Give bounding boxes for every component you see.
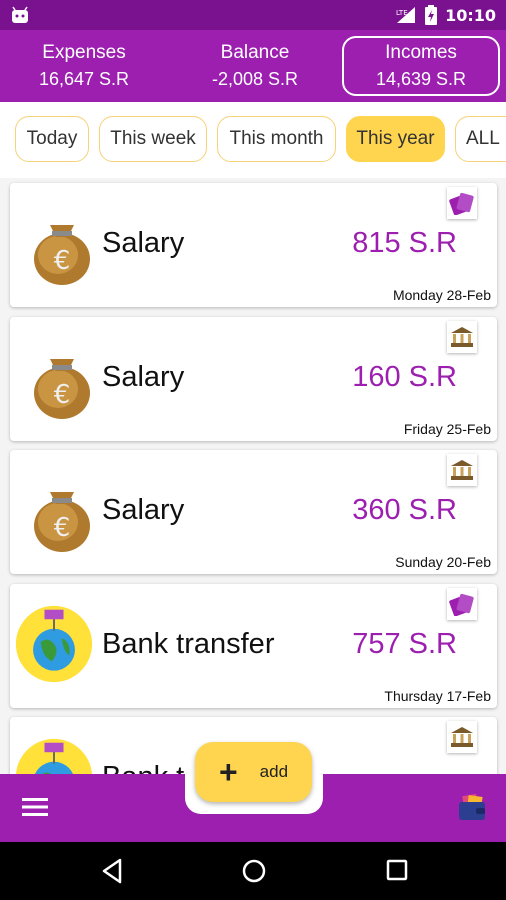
transaction-amount: 360 S.R [352, 494, 457, 526]
incomes-label: Incomes [385, 42, 457, 63]
incomes-value: 14,639 S.R [375, 69, 467, 89]
money-bag-icon: € [34, 492, 90, 552]
transaction-category: Salary [102, 494, 185, 526]
svg-text:€: € [54, 380, 71, 410]
status-bar: LTE 10:10 [0, 0, 506, 30]
transaction-date: Sunday 20-Feb [395, 554, 491, 570]
filter-today[interactable]: Today [15, 116, 89, 162]
transaction-category: Salary [102, 361, 185, 393]
money-bag-icon: € [34, 225, 90, 285]
cards-icon [447, 588, 477, 620]
balance-summary[interactable]: Balance -2,008 S.R [171, 36, 339, 96]
android-icon [12, 6, 28, 23]
globe-icon [15, 605, 93, 683]
add-button-label: add [259, 762, 289, 781]
transaction-date: Thursday 17-Feb [384, 688, 491, 704]
transaction-card[interactable]: € Salary 360 S.R Sunday 20-Feb [10, 450, 497, 574]
transaction-category: Salary [102, 227, 185, 259]
balance-label: Balance [220, 42, 290, 63]
globe-icon [16, 738, 92, 774]
bank-icon [447, 321, 477, 353]
transaction-list: € Salary 815 S.R Monday 28-Feb € Salary … [0, 178, 506, 774]
expenses-summary[interactable]: Expenses 16,647 S.R [0, 36, 168, 96]
transaction-card[interactable]: Bank transfer 757 S.R Thursday 17-Feb [10, 584, 497, 708]
period-filter-bar: Today This week This month This year ALL [0, 102, 506, 178]
system-nav-bar [0, 842, 506, 900]
transaction-category: Bank transfer [102, 628, 275, 660]
transaction-date: Friday 25-Feb [403, 421, 491, 437]
wallet-icon[interactable] [457, 792, 487, 822]
filter-all[interactable]: ALL [455, 116, 506, 162]
filter-this-year[interactable]: This year [346, 116, 445, 162]
transaction-amount: 815 S.R [352, 227, 457, 259]
bank-icon [447, 721, 477, 753]
battery-charging-icon [425, 5, 438, 25]
menu-icon[interactable] [22, 796, 48, 818]
svg-text:€: € [54, 246, 71, 276]
transaction-date: Monday 28-Feb [392, 287, 491, 303]
cards-icon [447, 187, 477, 219]
expenses-label: Expenses [42, 42, 126, 63]
filter-this-month[interactable]: This month [217, 116, 336, 162]
balance-value: -2,008 S.R [211, 69, 299, 89]
incomes-summary[interactable]: Incomes 14,639 S.R [342, 36, 500, 96]
transaction-amount: 160 S.R [352, 361, 457, 393]
transaction-card[interactable]: € Salary 160 S.R Friday 25-Feb [10, 317, 497, 441]
filter-this-week[interactable]: This week [99, 116, 207, 162]
transaction-amount: 757 S.R [352, 628, 457, 660]
home-icon[interactable] [241, 858, 267, 884]
clock: 10:10 [445, 5, 496, 25]
plus-icon: + [218, 754, 238, 790]
transaction-card[interactable]: € Salary 815 S.R Monday 28-Feb [10, 183, 497, 307]
money-bag-icon: € [34, 359, 90, 419]
recents-icon[interactable] [385, 858, 409, 882]
add-button[interactable]: + add [195, 742, 312, 802]
expenses-value: 16,647 S.R [38, 69, 130, 89]
back-icon[interactable] [100, 858, 124, 884]
bank-icon [447, 454, 477, 486]
network-type: LTE [396, 9, 408, 17]
signal-icon: LTE [396, 7, 416, 23]
summary-header: Expenses 16,647 S.R Balance -2,008 S.R I… [0, 30, 506, 102]
svg-text:€: € [54, 513, 71, 543]
